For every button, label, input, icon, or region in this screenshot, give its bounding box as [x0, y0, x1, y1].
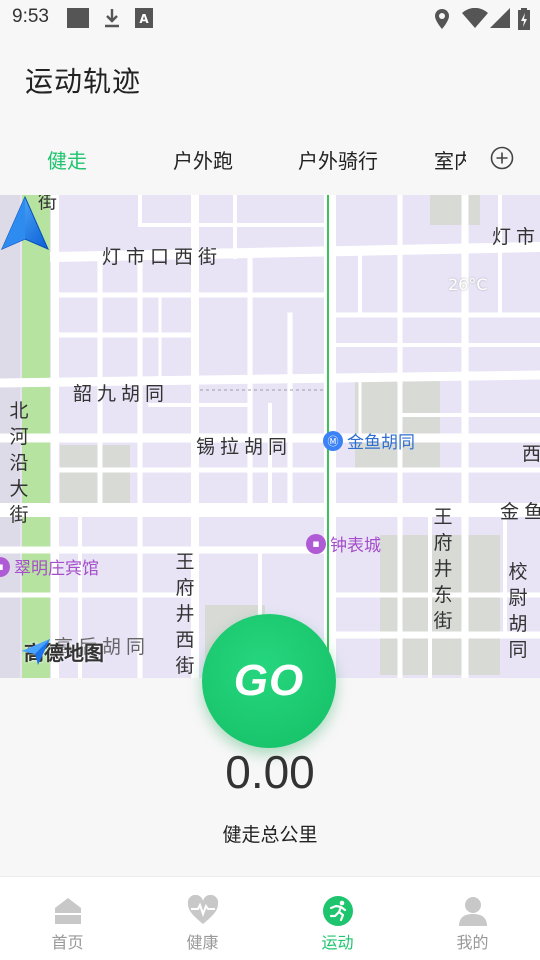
- page-title: 运动轨迹: [25, 65, 142, 98]
- hotel-icon: ▪: [0, 556, 10, 577]
- map-label-xi: 西: [522, 443, 540, 465]
- location-icon: [435, 9, 449, 29]
- wifi-icon: [462, 8, 488, 28]
- amap-logo: 高德地图: [20, 637, 104, 666]
- go-button[interactable]: GO: [202, 614, 336, 748]
- map-label-xila: 锡拉胡同: [196, 436, 293, 458]
- poi-subway-label: 金鱼胡同: [347, 433, 415, 453]
- home-icon: [55, 898, 81, 924]
- sport-tabs: 健走 户外跑 户外骑行 室内: [0, 130, 540, 190]
- navigation-arrow-icon: [1, 195, 49, 250]
- amap-logo-icon: [22, 639, 50, 665]
- tab-indoor[interactable]: 室内: [434, 145, 466, 174]
- status-time: 9:53: [12, 6, 49, 27]
- nav-me-label: 我的: [456, 933, 489, 952]
- plus-circle-icon[interactable]: [490, 146, 514, 170]
- total-distance-value: 0.00: [225, 746, 315, 798]
- running-icon: [323, 896, 353, 926]
- poi-hotel-label: 翠明庄宾馆: [14, 559, 99, 579]
- go-button-label: GO: [233, 656, 305, 705]
- total-distance-label: 健走总公里: [222, 824, 318, 846]
- nav-sport-label: 运动: [321, 933, 354, 952]
- tab-outdoor-cycling[interactable]: 户外骑行: [298, 145, 378, 174]
- nav-health[interactable]: 健康: [135, 877, 270, 960]
- map-label-jinyu: 金鱼: [500, 501, 540, 523]
- nav-me[interactable]: 我的: [405, 877, 540, 960]
- person-icon: [459, 897, 487, 926]
- status-bar: 9:53 A: [0, 0, 540, 36]
- map-label-beiheyan: 北河沿大街: [9, 400, 29, 526]
- bottom-nav: 首页 健康 运动 我的: [0, 876, 540, 960]
- signal-icon: [490, 8, 510, 28]
- nav-home-label: 首页: [51, 933, 84, 952]
- battery-charging-icon: [518, 8, 530, 30]
- map-label-wangfujing-west: 王府井西街: [175, 551, 195, 677]
- nav-home[interactable]: 首页: [0, 877, 135, 960]
- font-a-icon: A: [135, 8, 153, 28]
- tab-outdoor-run[interactable]: 户外跑: [173, 145, 233, 174]
- map-label-dengshi: 灯市: [492, 226, 540, 248]
- shopping-icon: ▪: [306, 533, 326, 554]
- nav-health-label: 健康: [186, 933, 219, 952]
- svg-text:A: A: [139, 12, 149, 26]
- poi-subway[interactable]: Ⓜ 金鱼胡同: [323, 428, 415, 453]
- nav-sport[interactable]: 运动: [270, 877, 405, 960]
- subway-icon: Ⓜ: [323, 430, 343, 451]
- map-label-shaojiu: 韶九胡同: [73, 383, 170, 405]
- poi-mall[interactable]: ▪ 钟表城: [306, 531, 381, 556]
- image-icon: [67, 8, 89, 28]
- tab-walk[interactable]: 健走: [47, 145, 87, 174]
- map-view[interactable]: 灯市口西街 灯市 韶九胡同 锡拉胡同 北河沿大街 王府井西街 王府井东街 校尉胡…: [0, 195, 540, 678]
- temperature-label: 26°C: [448, 275, 488, 294]
- heart-rate-icon: [187, 895, 219, 924]
- poi-mall-label: 钟表城: [330, 536, 381, 556]
- tab-indoor-label: 室内: [434, 149, 466, 173]
- map-label-wangfujing-east: 王府井东街: [433, 506, 453, 632]
- map-label-xiaowei: 校尉胡同: [508, 561, 528, 661]
- map-label-dengshikou: 灯市口西街: [102, 246, 223, 268]
- download-icon: [105, 9, 119, 28]
- poi-hotel[interactable]: ▪ 翠明庄宾馆: [0, 554, 99, 579]
